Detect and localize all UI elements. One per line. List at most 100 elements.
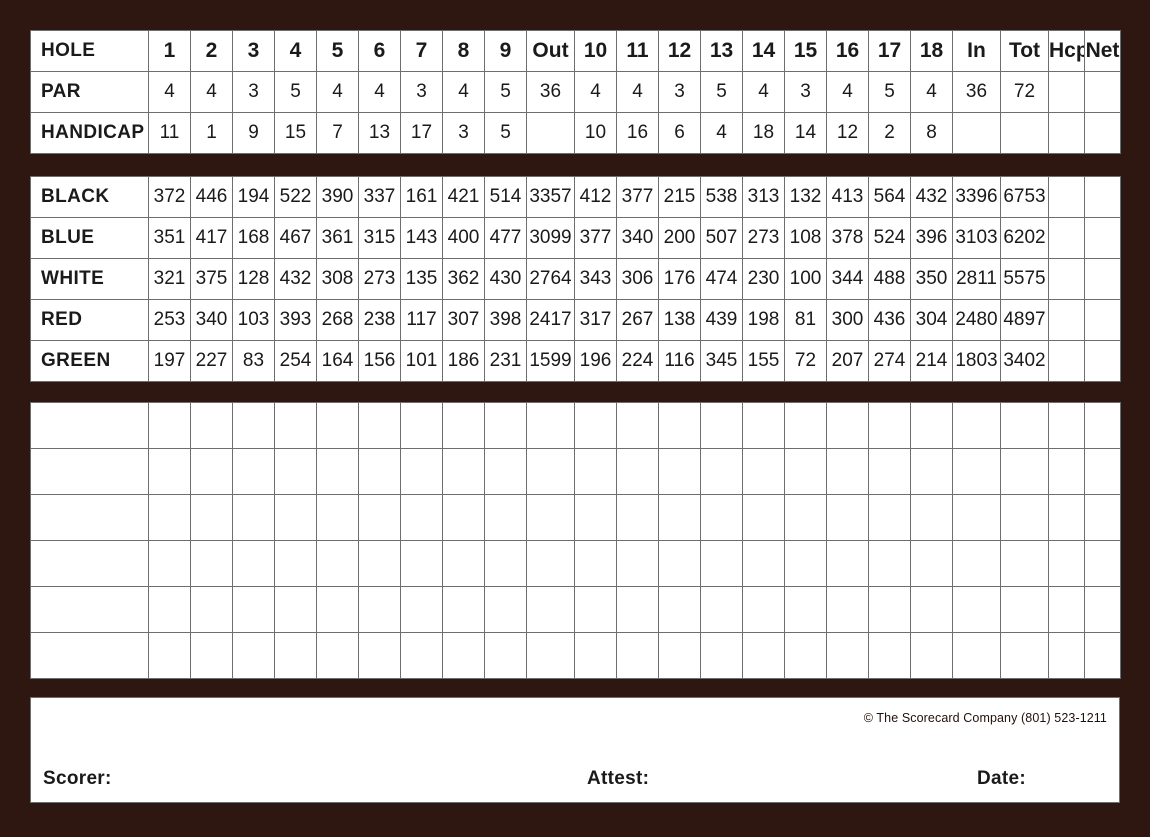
score-cell-5[interactable] [316, 402, 359, 449]
score-cell-10[interactable] [574, 586, 617, 633]
player-name-cell[interactable] [30, 586, 149, 633]
score-cell-14[interactable] [742, 540, 785, 587]
score-cell-out[interactable] [526, 402, 575, 449]
score-cell-12[interactable] [658, 402, 701, 449]
player-name-cell[interactable] [30, 402, 149, 449]
score-cell-17[interactable] [868, 632, 911, 679]
score-cell-11[interactable] [616, 586, 659, 633]
player-name-cell[interactable] [30, 448, 149, 495]
player-scoring-grid[interactable] [30, 402, 1121, 679]
score-cell-tot[interactable] [1000, 402, 1049, 449]
score-cell-tot[interactable] [1000, 586, 1049, 633]
score-cell-8[interactable] [442, 402, 485, 449]
score-cell-15[interactable] [784, 494, 827, 541]
score-cell-2[interactable] [190, 402, 233, 449]
score-cell-10[interactable] [574, 540, 617, 587]
score-cell-10[interactable] [574, 448, 617, 495]
score-cell-6[interactable] [358, 586, 401, 633]
score-cell-4[interactable] [274, 586, 317, 633]
score-cell-net[interactable] [1084, 586, 1121, 633]
score-cell-15[interactable] [784, 402, 827, 449]
score-cell-9[interactable] [484, 586, 527, 633]
score-cell-1[interactable] [148, 586, 191, 633]
score-cell-4[interactable] [274, 632, 317, 679]
score-cell-6[interactable] [358, 494, 401, 541]
score-cell-hcp[interactable] [1048, 494, 1085, 541]
score-cell-14[interactable] [742, 632, 785, 679]
score-cell-11[interactable] [616, 402, 659, 449]
score-cell-1[interactable] [148, 494, 191, 541]
score-cell-4[interactable] [274, 540, 317, 587]
score-cell-2[interactable] [190, 586, 233, 633]
score-cell-18[interactable] [910, 402, 953, 449]
score-cell-3[interactable] [232, 494, 275, 541]
score-cell-11[interactable] [616, 494, 659, 541]
score-cell-12[interactable] [658, 632, 701, 679]
score-cell-7[interactable] [400, 632, 443, 679]
score-cell-13[interactable] [700, 494, 743, 541]
score-cell-11[interactable] [616, 632, 659, 679]
score-cell-12[interactable] [658, 448, 701, 495]
score-cell-9[interactable] [484, 494, 527, 541]
score-cell-net[interactable] [1084, 448, 1121, 495]
score-cell-16[interactable] [826, 448, 869, 495]
score-cell-17[interactable] [868, 494, 911, 541]
score-cell-4[interactable] [274, 494, 317, 541]
score-cell-10[interactable] [574, 402, 617, 449]
score-cell-16[interactable] [826, 540, 869, 587]
score-cell-11[interactable] [616, 540, 659, 587]
score-cell-hcp[interactable] [1048, 448, 1085, 495]
score-cell-5[interactable] [316, 540, 359, 587]
score-cell-16[interactable] [826, 632, 869, 679]
score-cell-18[interactable] [910, 448, 953, 495]
score-cell-12[interactable] [658, 494, 701, 541]
score-cell-14[interactable] [742, 448, 785, 495]
score-cell-12[interactable] [658, 586, 701, 633]
score-cell-hcp[interactable] [1048, 586, 1085, 633]
score-cell-8[interactable] [442, 494, 485, 541]
score-cell-9[interactable] [484, 540, 527, 587]
score-cell-2[interactable] [190, 540, 233, 587]
score-cell-tot[interactable] [1000, 540, 1049, 587]
score-cell-6[interactable] [358, 402, 401, 449]
score-cell-4[interactable] [274, 448, 317, 495]
score-cell-1[interactable] [148, 448, 191, 495]
score-cell-5[interactable] [316, 494, 359, 541]
player-name-cell[interactable] [30, 632, 149, 679]
score-cell-18[interactable] [910, 632, 953, 679]
score-cell-in[interactable] [952, 586, 1001, 633]
score-cell-hcp[interactable] [1048, 540, 1085, 587]
score-cell-net[interactable] [1084, 402, 1121, 449]
score-cell-7[interactable] [400, 586, 443, 633]
score-cell-18[interactable] [910, 494, 953, 541]
score-cell-16[interactable] [826, 494, 869, 541]
score-cell-9[interactable] [484, 632, 527, 679]
score-cell-3[interactable] [232, 402, 275, 449]
score-cell-7[interactable] [400, 540, 443, 587]
score-cell-out[interactable] [526, 540, 575, 587]
score-cell-in[interactable] [952, 402, 1001, 449]
score-cell-13[interactable] [700, 402, 743, 449]
score-cell-out[interactable] [526, 632, 575, 679]
score-cell-17[interactable] [868, 448, 911, 495]
score-row[interactable] [30, 540, 1121, 587]
score-cell-net[interactable] [1084, 494, 1121, 541]
score-cell-7[interactable] [400, 494, 443, 541]
score-cell-8[interactable] [442, 540, 485, 587]
score-cell-1[interactable] [148, 632, 191, 679]
score-row[interactable] [30, 494, 1121, 541]
score-cell-5[interactable] [316, 586, 359, 633]
score-row[interactable] [30, 402, 1121, 449]
score-cell-in[interactable] [952, 540, 1001, 587]
score-cell-16[interactable] [826, 586, 869, 633]
score-cell-1[interactable] [148, 540, 191, 587]
score-cell-2[interactable] [190, 494, 233, 541]
player-name-cell[interactable] [30, 540, 149, 587]
score-cell-3[interactable] [232, 632, 275, 679]
score-cell-hcp[interactable] [1048, 632, 1085, 679]
score-cell-18[interactable] [910, 586, 953, 633]
player-name-cell[interactable] [30, 494, 149, 541]
score-cell-13[interactable] [700, 632, 743, 679]
score-cell-out[interactable] [526, 586, 575, 633]
score-cell-out[interactable] [526, 494, 575, 541]
